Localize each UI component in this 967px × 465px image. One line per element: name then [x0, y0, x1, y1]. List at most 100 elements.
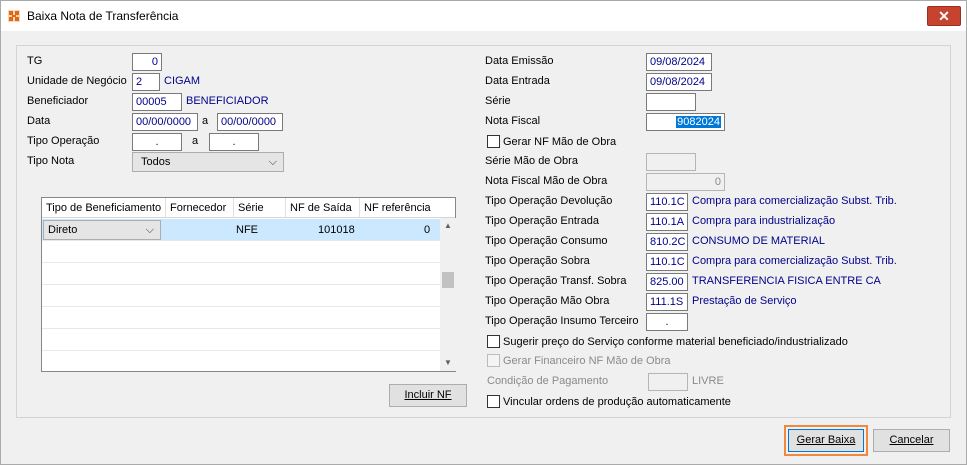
- checkbox-box: [487, 354, 500, 367]
- op-consumo-field[interactable]: 810.2C: [646, 233, 688, 251]
- cancelar-button[interactable]: Cancelar: [873, 429, 950, 452]
- beneficiador-label: Beneficiador: [27, 95, 89, 107]
- op-consumo-desc: CONSUMO DE MATERIAL: [692, 235, 826, 247]
- table-row: [42, 329, 440, 351]
- op-mao-obra-label: Tipo Operação Mão Obra: [485, 295, 610, 307]
- sugerir-preco-label: Sugerir preço do Serviço conforme materi…: [503, 335, 848, 348]
- cell-nf-saida: 101018: [318, 224, 355, 236]
- data-entrada-field[interactable]: 09/08/2024: [646, 73, 712, 91]
- op-sobra-desc: Compra para comercialização Subst. Trib.: [692, 255, 897, 267]
- nota-fiscal-field[interactable]: 9082024: [646, 113, 725, 131]
- tg-field[interactable]: 0: [132, 53, 162, 71]
- checkbox-box[interactable]: [487, 135, 500, 148]
- scroll-thumb[interactable]: [442, 272, 454, 288]
- nota-fiscal-label: Nota Fiscal: [485, 115, 541, 127]
- cell-nf-referencia: 0: [424, 224, 431, 236]
- title-bar: Baixa Nota de Transferência ✕: [1, 1, 966, 31]
- tipo-operacao-to-field[interactable]: .: [209, 133, 259, 151]
- checkbox-box[interactable]: [487, 395, 500, 408]
- chevron-down-icon: ⌵: [145, 224, 154, 236]
- gerar-baixa-button[interactable]: Gerar Baixa: [784, 425, 868, 456]
- checkbox-box[interactable]: [487, 335, 500, 348]
- tipo-beneficiamento-select[interactable]: Direto ⌵: [43, 220, 161, 240]
- condicao-label: Condição de Pagamento: [487, 375, 609, 387]
- table-row: [42, 241, 440, 263]
- tg-label: TG: [27, 55, 43, 67]
- data-from-field[interactable]: 00/00/0000: [132, 113, 198, 131]
- op-mao-obra-field[interactable]: 111.1S: [646, 293, 688, 311]
- vincular-label: Vincular ordens de produção automaticame…: [503, 395, 731, 408]
- serie-mao-obra-field: [646, 153, 696, 171]
- data-to-field[interactable]: 00/00/0000: [217, 113, 283, 131]
- tipo-operacao-label: Tipo Operação: [27, 135, 100, 147]
- window-title: Baixa Nota de Transferência: [27, 9, 179, 23]
- vincular-checkbox[interactable]: Vincular ordens de produção automaticame…: [487, 395, 731, 408]
- cell-serie: NFE: [236, 224, 258, 236]
- tipo-nota-select[interactable]: Todos ⌵: [132, 152, 284, 172]
- close-button[interactable]: ✕: [927, 6, 961, 26]
- sugerir-preco-checkbox[interactable]: Sugerir preço do Serviço conforme materi…: [487, 335, 848, 348]
- gerar-financeiro-label: Gerar Financeiro NF Mão de Obra: [503, 354, 671, 367]
- condicao-desc: LIVRE: [692, 375, 724, 387]
- tipo-operacao-from-field[interactable]: .: [132, 133, 182, 151]
- col-fornecedor[interactable]: Fornecedor: [166, 198, 234, 218]
- op-transf-sobra-label: Tipo Operação Transf. Sobra: [485, 275, 627, 287]
- data-emissao-field[interactable]: 09/08/2024: [646, 53, 712, 71]
- op-entrada-label: Tipo Operação Entrada: [485, 215, 599, 227]
- serie-label: Série: [485, 95, 511, 107]
- nota-fiscal-value: 9082024: [676, 116, 721, 128]
- gerar-financeiro-checkbox: Gerar Financeiro NF Mão de Obra: [487, 354, 671, 367]
- serie-field[interactable]: [646, 93, 696, 111]
- data-emissao-label: Data Emissão: [485, 55, 554, 67]
- tipo-operacao-sep: a: [192, 135, 199, 147]
- close-icon: ✕: [938, 8, 950, 24]
- op-sobra-field[interactable]: 110.1C: [646, 253, 688, 271]
- op-entrada-field[interactable]: 110.1A: [646, 213, 688, 231]
- data-label: Data: [27, 115, 51, 127]
- table-row: [42, 307, 440, 329]
- grid-scrollbar[interactable]: ▲ ▼: [440, 218, 456, 371]
- col-tipo-beneficiamento[interactable]: Tipo de Beneficiamento: [42, 198, 166, 218]
- beneficiador-desc: BENEFICIADOR: [186, 95, 269, 107]
- scroll-up-icon[interactable]: ▲: [440, 218, 456, 234]
- col-serie[interactable]: Série: [234, 198, 286, 218]
- beneficiamento-grid[interactable]: Tipo de Beneficiamento Fornecedor Série …: [41, 197, 456, 372]
- cancelar-label: Cancelar: [889, 434, 934, 446]
- op-sobra-label: Tipo Operação Sobra: [485, 255, 590, 267]
- beneficiador-field[interactable]: 00005: [132, 93, 182, 111]
- scroll-down-icon[interactable]: ▼: [440, 355, 456, 371]
- table-row: [42, 285, 440, 307]
- unidade-desc: CIGAM: [164, 75, 201, 87]
- nf-mao-obra-label: Nota Fiscal Mão de Obra: [485, 175, 608, 187]
- op-consumo-label: Tipo Operação Consumo: [485, 235, 608, 247]
- op-devolucao-label: Tipo Operação Devolução: [485, 195, 613, 207]
- incluir-nf-button[interactable]: Incluir NF: [389, 384, 467, 407]
- data-sep: a: [202, 115, 209, 127]
- gerar-baixa-label: Gerar Baixa: [796, 434, 856, 446]
- op-devolucao-desc: Compra para comercialização Subst. Trib.: [692, 195, 897, 207]
- op-entrada-desc: Compra para industrialização: [692, 215, 836, 227]
- tipo-beneficiamento-value: Direto: [48, 224, 78, 236]
- data-entrada-label: Data Entrada: [485, 75, 550, 87]
- tipo-nota-value: Todos: [141, 156, 171, 168]
- op-transf-sobra-desc: TRANSFERENCIA FISICA ENTRE CA: [692, 275, 881, 287]
- op-insumo-field[interactable]: .: [646, 313, 688, 331]
- transfer-note-dialog: Baixa Nota de Transferência ✕ TG 0 Unida…: [0, 0, 967, 465]
- incluir-nf-label: Incluir NF: [404, 389, 452, 401]
- table-row[interactable]: Direto ⌵ NFE 101018 0: [42, 219, 440, 241]
- col-nf-referencia[interactable]: NF referência: [360, 198, 455, 218]
- gerar-nf-mao-obra-label: Gerar NF Mão de Obra: [503, 135, 617, 148]
- col-nf-saida[interactable]: NF de Saída: [286, 198, 360, 218]
- gerar-nf-mao-obra-checkbox[interactable]: Gerar NF Mão de Obra: [487, 135, 616, 148]
- chevron-down-icon: ⌵: [268, 156, 277, 168]
- tipo-nota-label: Tipo Nota: [27, 155, 75, 167]
- serie-mao-obra-label: Série Mão de Obra: [485, 155, 578, 167]
- op-devolucao-field[interactable]: 110.1C: [646, 193, 688, 211]
- unidade-field[interactable]: 2: [132, 73, 160, 91]
- op-mao-obra-desc: Prestação de Serviço: [692, 295, 797, 307]
- op-transf-sobra-field[interactable]: 825.00: [646, 273, 688, 291]
- table-row: [42, 263, 440, 285]
- nf-mao-obra-field: 0: [646, 173, 725, 191]
- condicao-field: [648, 373, 688, 391]
- unidade-label: Unidade de Negócio: [27, 75, 127, 87]
